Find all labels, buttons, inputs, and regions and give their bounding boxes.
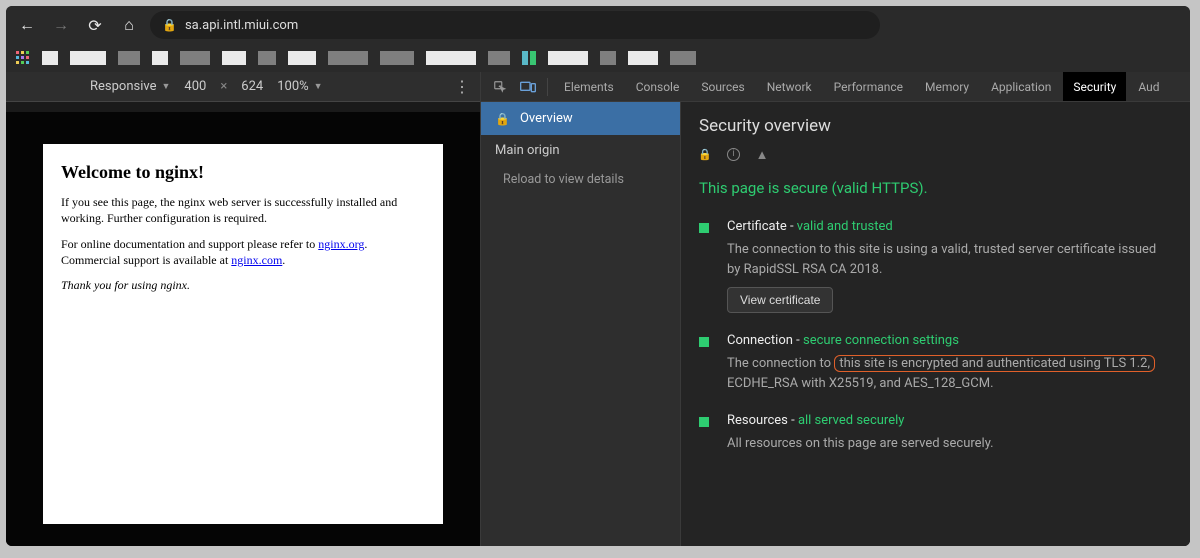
sidebar-item-main-origin[interactable]: Main origin xyxy=(481,135,680,166)
tab-performance[interactable]: Performance xyxy=(824,72,913,101)
tab-memory[interactable]: Memory xyxy=(915,72,979,101)
forward-button[interactable]: → xyxy=(48,12,74,38)
connection-block: Connection - secure connection settings … xyxy=(699,333,1172,393)
apps-icon[interactable] xyxy=(16,51,30,65)
browser-toolbar: ← → ⟳ ⌂ 🔒 sa.api.intl.miui.com xyxy=(6,6,1190,44)
bookmark-item[interactable] xyxy=(522,51,536,65)
bookmarks-bar xyxy=(6,44,1190,72)
security-sidebar: 🔒 Overview Main origin Reload to view de… xyxy=(481,102,681,546)
bookmark-item[interactable] xyxy=(670,51,696,65)
bookmark-item[interactable] xyxy=(42,51,58,65)
bookmark-item[interactable] xyxy=(288,51,316,65)
bookmark-item[interactable] xyxy=(70,51,106,65)
bookmark-item[interactable] xyxy=(258,51,276,65)
viewport: Welcome to nginx! If you see this page, … xyxy=(6,112,480,546)
security-indicators: 🔒 i ▲ xyxy=(699,148,1172,161)
tls-highlight: this site is encrypted and authenticated… xyxy=(834,355,1155,372)
bookmark-item[interactable] xyxy=(152,51,168,65)
certificate-title: Certificate - valid and trusted xyxy=(727,219,1172,234)
device-mode-dropdown[interactable]: Responsive▼ xyxy=(90,79,170,94)
bookmark-item[interactable] xyxy=(426,51,476,65)
status-indicator-icon xyxy=(699,337,709,347)
tab-console[interactable]: Console xyxy=(626,72,690,101)
back-button[interactable]: ← xyxy=(14,12,40,38)
reload-hint: Reload to view details xyxy=(481,166,680,193)
bookmark-item[interactable] xyxy=(548,51,588,65)
inspect-icon[interactable] xyxy=(487,80,513,94)
tab-elements[interactable]: Elements xyxy=(554,72,624,101)
home-button[interactable]: ⌂ xyxy=(116,12,142,38)
connection-desc: The connection to this site is encrypted… xyxy=(727,354,1172,393)
page-content: Welcome to nginx! If you see this page, … xyxy=(43,144,443,524)
tab-security[interactable]: Security xyxy=(1063,72,1126,101)
device-toolbar: Responsive▼ 400 × 624 100%▼ ⋮ xyxy=(6,72,480,102)
nginx-p1: If you see this page, the nginx web serv… xyxy=(61,194,425,226)
nginx-thanks: Thank you for using nginx. xyxy=(61,278,190,292)
security-heading: Security overview xyxy=(699,116,1172,136)
devtools-tabs: Elements Console Sources Network Perform… xyxy=(481,72,1190,102)
reload-button[interactable]: ⟳ xyxy=(82,12,108,38)
lock-icon: 🔒 xyxy=(162,18,177,32)
tab-audits[interactable]: Aud xyxy=(1128,72,1169,101)
certificate-desc: The connection to this site is using a v… xyxy=(727,240,1172,279)
nginx-p2: For online documentation and support ple… xyxy=(61,236,425,268)
tab-application[interactable]: Application xyxy=(981,72,1061,101)
nginx-heading: Welcome to nginx! xyxy=(61,160,425,184)
status-indicator-icon xyxy=(699,223,709,233)
ruler xyxy=(6,102,480,112)
zoom-dropdown[interactable]: 100%▼ xyxy=(277,79,322,94)
lock-icon: 🔒 xyxy=(495,112,510,126)
nginx-org-link[interactable]: nginx.org xyxy=(318,237,364,251)
tab-sources[interactable]: Sources xyxy=(691,72,754,101)
resources-block: Resources - all served securely All reso… xyxy=(699,413,1172,454)
bookmark-item[interactable] xyxy=(628,51,658,65)
devtools-panel: Elements Console Sources Network Perform… xyxy=(481,72,1190,546)
device-preview-pane: Responsive▼ 400 × 624 100%▼ ⋮ Welcome to… xyxy=(6,72,481,546)
nginx-com-link[interactable]: nginx.com xyxy=(231,253,282,267)
device-toggle-icon[interactable] xyxy=(515,80,541,94)
bookmark-item[interactable] xyxy=(118,51,140,65)
dimension-separator: × xyxy=(220,79,227,94)
bookmark-item[interactable] xyxy=(222,51,246,65)
connection-title: Connection - secure connection settings xyxy=(727,333,1172,348)
viewport-width[interactable]: 400 xyxy=(184,79,206,94)
bookmark-item[interactable] xyxy=(328,51,368,65)
info-icon: i xyxy=(727,148,740,161)
viewport-height[interactable]: 624 xyxy=(241,79,263,94)
certificate-block: Certificate - valid and trusted The conn… xyxy=(699,219,1172,313)
address-bar[interactable]: 🔒 sa.api.intl.miui.com xyxy=(150,11,880,39)
sidebar-item-overview[interactable]: 🔒 Overview xyxy=(481,102,680,135)
bookmark-item[interactable] xyxy=(380,51,414,65)
security-overview-panel: Security overview 🔒 i ▲ This page is sec… xyxy=(681,102,1190,546)
secure-lock-icon: 🔒 xyxy=(699,149,711,161)
resources-desc: All resources on this page are served se… xyxy=(727,434,1172,454)
tab-network[interactable]: Network xyxy=(757,72,822,101)
bookmark-item[interactable] xyxy=(180,51,210,65)
view-certificate-button[interactable]: View certificate xyxy=(727,287,833,313)
url-text: sa.api.intl.miui.com xyxy=(185,18,298,33)
more-options-icon[interactable]: ⋮ xyxy=(454,85,470,89)
bookmark-item[interactable] xyxy=(488,51,510,65)
warning-icon: ▲ xyxy=(756,149,768,161)
bookmark-item[interactable] xyxy=(600,51,616,65)
status-indicator-icon xyxy=(699,417,709,427)
resources-title: Resources - all served securely xyxy=(727,413,1172,428)
security-summary: This page is secure (valid HTTPS). xyxy=(699,179,1172,197)
